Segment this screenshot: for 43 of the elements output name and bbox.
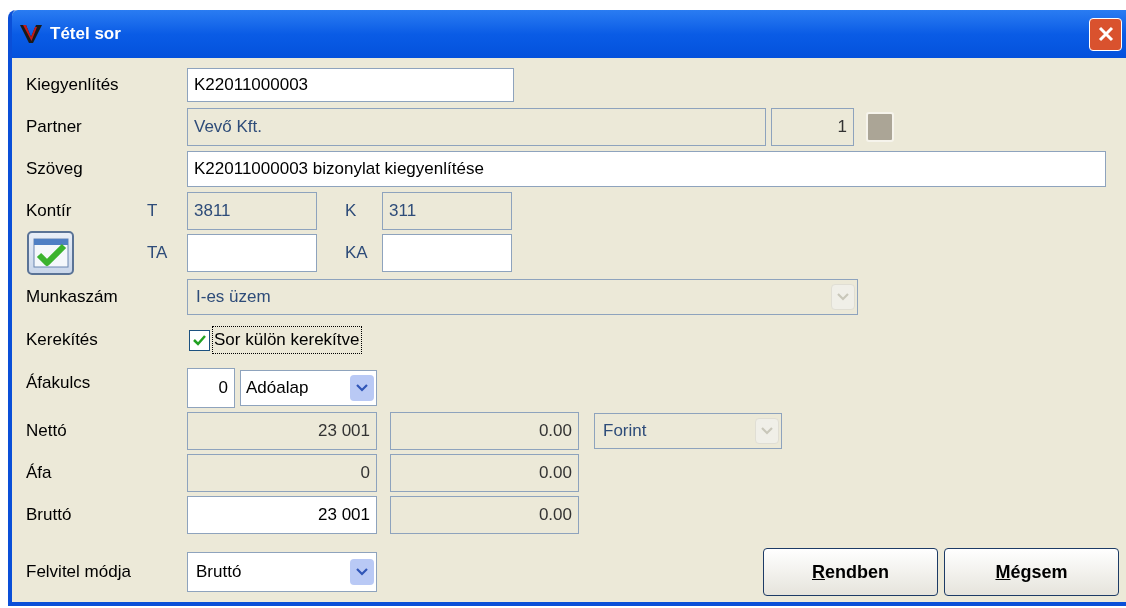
account-field[interactable] bbox=[187, 234, 317, 272]
field-label: Nettó bbox=[26, 421, 67, 441]
amount-field[interactable]: 23 001 bbox=[187, 496, 377, 534]
dialog-button[interactable]: Rendben bbox=[763, 548, 938, 596]
field-label: Bruttó bbox=[26, 505, 72, 525]
field-label: K bbox=[345, 201, 357, 221]
vat-rate-field[interactable]: 0 bbox=[187, 368, 235, 408]
settlement-field[interactable]: K22011000003 bbox=[187, 68, 514, 102]
field-label: Áfakulcs bbox=[26, 373, 91, 392]
window-title: Tétel sor bbox=[50, 23, 121, 46]
close-button[interactable] bbox=[1089, 17, 1122, 51]
field-label: Kerekítés bbox=[26, 330, 98, 350]
account-field[interactable] bbox=[382, 234, 512, 272]
amount-field[interactable]: 23 001 bbox=[187, 412, 377, 450]
field-label: Kontír bbox=[26, 201, 72, 221]
field-label: T bbox=[147, 201, 158, 221]
rounding-checkbox[interactable] bbox=[189, 329, 210, 351]
checkbox-label[interactable]: Sor külön kerekítve bbox=[213, 327, 361, 353]
app-logo-icon bbox=[20, 24, 42, 44]
field-label: Felvitel módja bbox=[26, 562, 131, 582]
confirm-check-icon[interactable] bbox=[27, 231, 74, 275]
amount-field[interactable]: 0 bbox=[187, 454, 377, 492]
vat-base-dropdown[interactable]: Adóalap bbox=[240, 370, 377, 406]
field-label: Partner bbox=[26, 117, 82, 137]
account-field[interactable]: 311 bbox=[382, 192, 512, 230]
checkmark-icon bbox=[193, 334, 206, 346]
field-label: TA bbox=[147, 243, 168, 263]
field-label: Áfa bbox=[26, 463, 52, 483]
field-label: Kiegyenlítés bbox=[26, 75, 119, 95]
text-field[interactable]: K22011000003 bizonylat kiegyenlítése bbox=[187, 151, 1106, 187]
partner-number-field[interactable]: 1 bbox=[771, 108, 854, 146]
field-label: KA bbox=[345, 243, 368, 263]
foreign-amount-field[interactable]: 0.00 bbox=[390, 412, 579, 450]
entry-mode-dropdown[interactable]: Bruttó bbox=[187, 552, 377, 592]
field-label: Munkaszám bbox=[26, 286, 118, 306]
partner-name-field[interactable]: Vevő Kft. bbox=[187, 108, 766, 146]
close-icon bbox=[1096, 25, 1115, 43]
foreign-amount-field[interactable]: 0.00 bbox=[390, 496, 579, 534]
foreign-amount-field[interactable]: 0.00 bbox=[390, 454, 579, 492]
color-swatch-button[interactable] bbox=[866, 112, 894, 142]
field-label: Szöveg bbox=[26, 159, 83, 179]
account-field[interactable]: 3811 bbox=[187, 192, 317, 230]
dialog-button[interactable]: Mégsem bbox=[944, 548, 1119, 596]
